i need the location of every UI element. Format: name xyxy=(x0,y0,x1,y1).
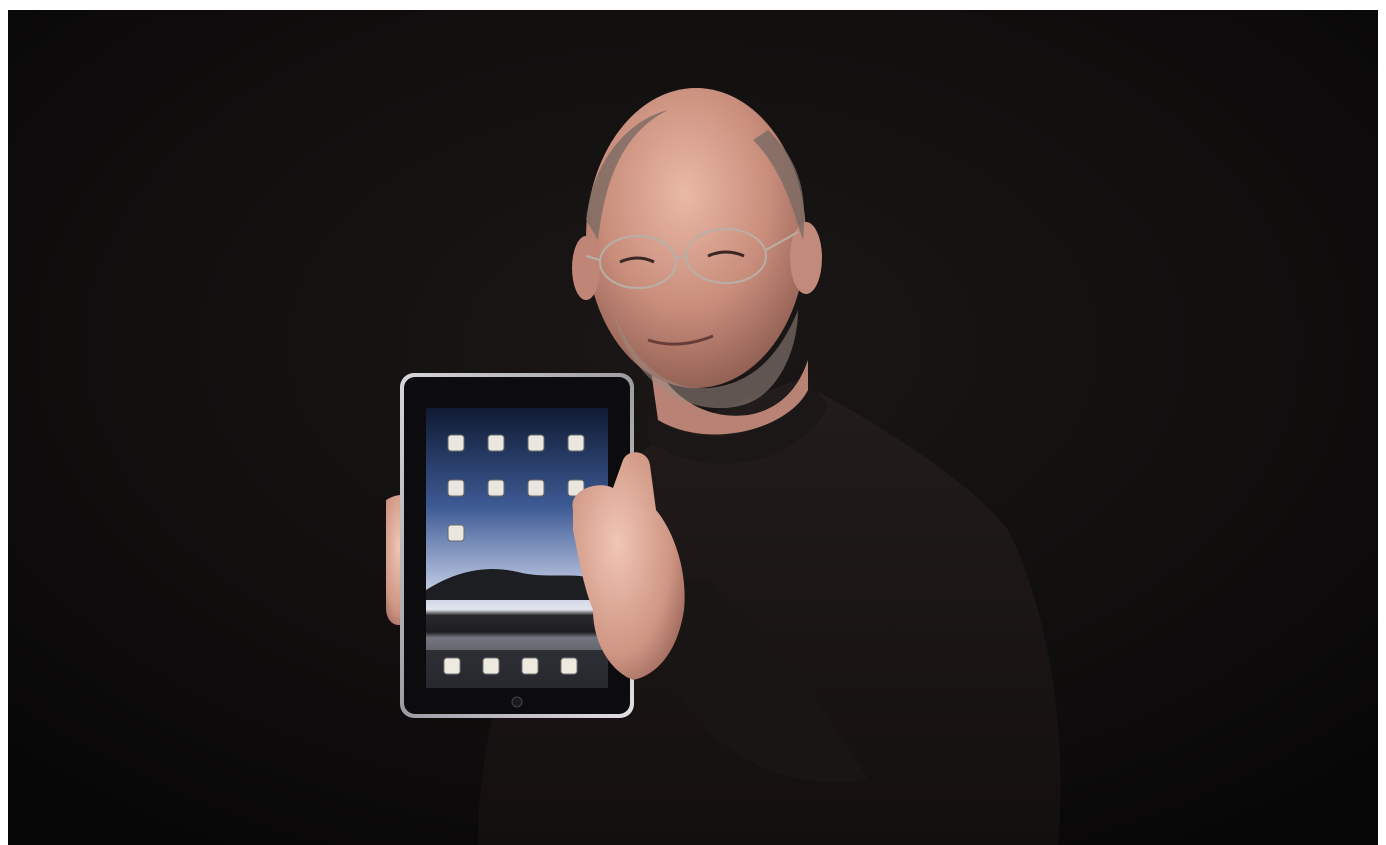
photo-illustration xyxy=(8,10,1378,845)
photograph xyxy=(8,10,1378,845)
home-button xyxy=(511,696,523,708)
photo-frame xyxy=(0,0,1386,845)
left-ear xyxy=(572,236,600,300)
